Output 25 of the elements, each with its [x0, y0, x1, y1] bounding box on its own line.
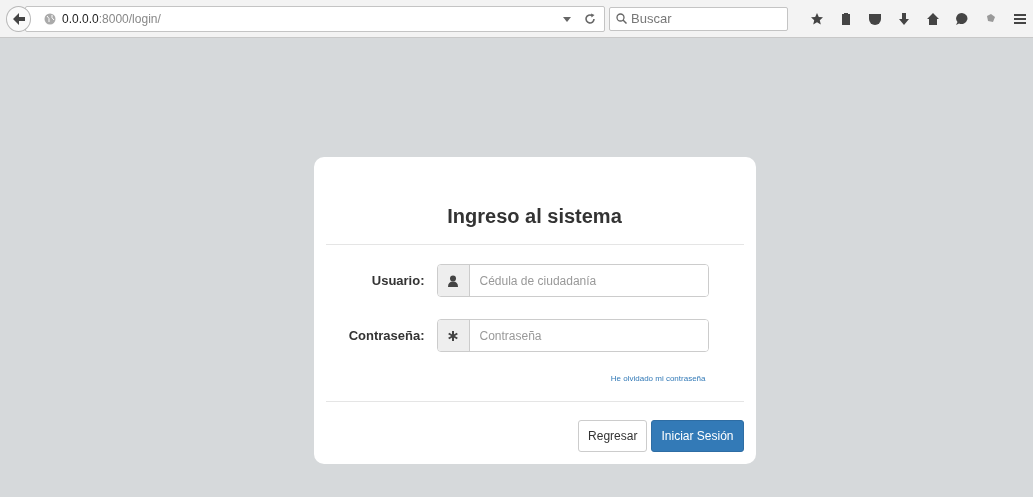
- password-field[interactable]: Contraseña: [436, 319, 709, 352]
- search-field[interactable]: Buscar: [609, 6, 788, 31]
- forgot-password-link[interactable]: He olvidado mi contraseña: [610, 374, 706, 383]
- back-button[interactable]: [6, 5, 32, 32]
- search-placeholder: Buscar: [631, 11, 672, 26]
- username-field[interactable]: Cédula de ciudadanía: [436, 264, 709, 297]
- home-icon[interactable]: [926, 11, 940, 26]
- clipboard-icon[interactable]: [839, 11, 853, 26]
- url-path: :8000/login/: [98, 11, 161, 26]
- download-icon[interactable]: [897, 11, 911, 26]
- chat-icon[interactable]: [955, 11, 969, 26]
- menu-icon[interactable]: [1013, 11, 1027, 26]
- url-bar[interactable]: 0.0.0.0:8000/login/: [25, 5, 606, 32]
- star-icon[interactable]: [810, 11, 824, 26]
- asterisk-icon: [448, 330, 458, 341]
- url-host: 0.0.0.0: [62, 11, 99, 26]
- person-icon: [448, 274, 458, 287]
- field-label: Contraseña:: [347, 328, 425, 343]
- back-button[interactable]: Regresar: [578, 420, 648, 452]
- login-button[interactable]: Iniciar Sesión: [651, 420, 744, 452]
- login-title: Ingreso al sistema: [325, 157, 744, 245]
- reload-icon[interactable]: [584, 12, 597, 25]
- field-label: Usuario:: [370, 273, 425, 288]
- back-arrow-icon: [11, 11, 26, 26]
- search-icon: [616, 13, 628, 24]
